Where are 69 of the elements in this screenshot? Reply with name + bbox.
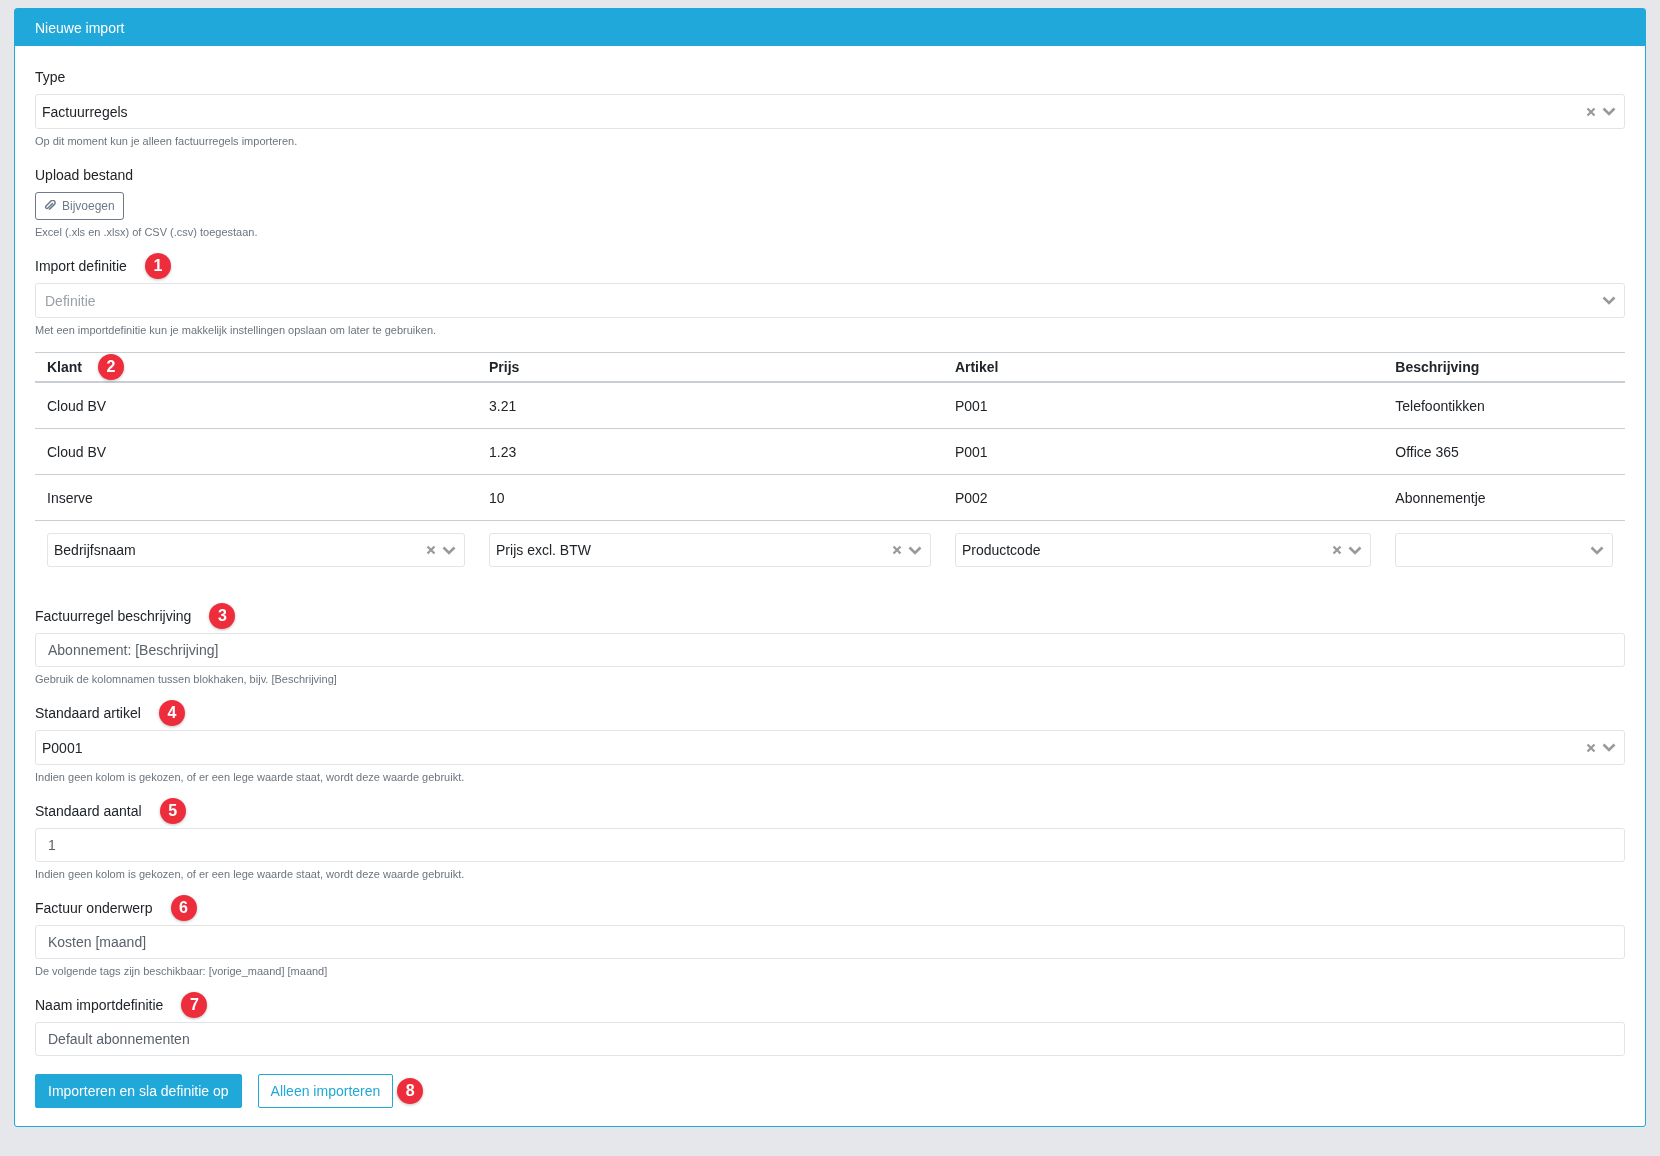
- select-value: Bedrijfsnaam: [54, 542, 136, 558]
- chevron-down-icon[interactable]: [1602, 743, 1616, 752]
- field-label: Standaard aantal: [35, 803, 142, 819]
- select-value: Factuurregels: [42, 103, 128, 120]
- table-cell: Abonnementje: [1395, 489, 1486, 506]
- table-cell: Cloud BV: [47, 443, 107, 460]
- column-header: Beschrijving: [1395, 359, 1480, 375]
- help-text: Op dit moment kun je alleen factuurregels importeren.: [35, 135, 299, 147]
- column-header: Artikel: [954, 359, 999, 375]
- number-badge: 6: [170, 895, 197, 921]
- table-cell: 3.21: [489, 397, 517, 414]
- select-value: P0001: [42, 739, 83, 756]
- number-badge: 1: [144, 253, 171, 279]
- text-field[interactable]: Abonnement: [Beschrijving]: [35, 633, 1625, 667]
- number-badge: 8: [397, 1078, 424, 1104]
- column-mapping-select[interactable]: Bedrijfsnaam: [47, 533, 465, 567]
- help-text: Gebruik de kolomnamen tussen blokhaken, bijv. [Beschrijving]: [35, 673, 338, 685]
- table-cell: P001: [954, 443, 988, 460]
- table-cell: 1.23: [489, 443, 517, 460]
- table-cell: 10: [489, 489, 505, 506]
- clear-icon[interactable]: [1586, 742, 1596, 753]
- clear-icon[interactable]: [1586, 106, 1596, 117]
- number-badge: 4: [158, 700, 185, 726]
- text-field[interactable]: Default abonnementen: [35, 1022, 1625, 1056]
- field-label: Standaard artikel: [35, 705, 141, 721]
- field-label: Upload bestand: [35, 167, 134, 183]
- select-value: Prijs excl. BTW: [496, 542, 591, 558]
- chevron-down-icon[interactable]: [907, 545, 922, 555]
- help-text: Met een importdefinitie kun je makkelijk instellingen opslaan om later te gebruiken.: [35, 324, 438, 336]
- table-cell: Inserve: [47, 489, 93, 506]
- text-field[interactable]: Kosten [maand]: [35, 925, 1625, 959]
- number-badge: 3: [209, 603, 236, 629]
- number-badge: 2: [98, 354, 124, 380]
- chevron-down-icon[interactable]: [1348, 545, 1363, 555]
- table-cell: P002: [954, 489, 988, 506]
- field-label: Import definitie: [35, 258, 127, 274]
- column-header: Klant: [47, 359, 82, 375]
- clear-icon[interactable]: [426, 545, 436, 555]
- field-label: Naam importdefinitie: [35, 997, 164, 1013]
- table-cell: Office 365: [1395, 443, 1459, 460]
- select-field[interactable]: Factuurregels: [35, 94, 1625, 129]
- table-cell: Telefoontikken: [1395, 397, 1485, 414]
- field-label: Type: [35, 69, 66, 85]
- number-badge: 5: [159, 798, 186, 824]
- field-label: Factuur onderwerp: [35, 900, 153, 916]
- column-mapping-select[interactable]: Productcode: [954, 533, 1372, 567]
- help-text: Indien geen kolom is gekozen, of er een lege waarde staat, wordt deze waarde gebruikt.: [35, 771, 466, 783]
- select-field[interactable]: P0001: [35, 730, 1625, 765]
- clear-icon[interactable]: [1332, 545, 1343, 555]
- clear-icon[interactable]: [891, 545, 902, 555]
- chevron-down-icon[interactable]: [1602, 296, 1616, 305]
- number-badge: 7: [181, 992, 208, 1018]
- select-placeholder: Definitie: [44, 292, 96, 309]
- help-text: Excel (.xls en .xlsx) of CSV (.csv) toegestaan.: [35, 226, 259, 238]
- panel-title: Nieuwe import: [35, 19, 125, 36]
- column-header: Prijs: [489, 359, 520, 375]
- select-value: Productcode: [961, 542, 1041, 558]
- text-field[interactable]: 1: [35, 828, 1625, 862]
- chevron-down-icon[interactable]: [442, 545, 456, 555]
- chevron-down-icon[interactable]: [1602, 107, 1616, 116]
- attach-button[interactable]: Bijvoegen: [35, 192, 124, 220]
- chevron-down-icon[interactable]: [1590, 545, 1604, 555]
- field-label: Factuurregel beschrijving: [35, 608, 192, 624]
- help-text: Indien geen kolom is gekozen, of er een lege waarde staat, wordt deze waarde gebruikt.: [35, 868, 466, 880]
- table-cell: P001: [954, 397, 988, 414]
- paperclip-icon: [44, 200, 56, 212]
- column-mapping-select[interactable]: Prijs excl. BTW: [489, 533, 931, 567]
- help-text: De volgende tags zijn beschikbaar: [vorige_maand] [maand]: [35, 965, 329, 977]
- table-cell: Cloud BV: [47, 397, 107, 414]
